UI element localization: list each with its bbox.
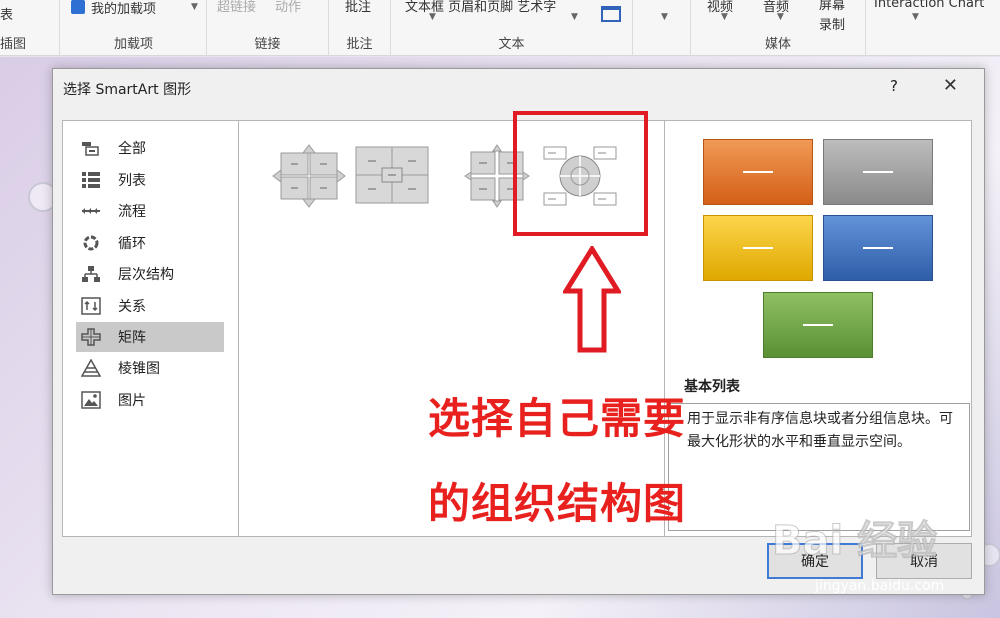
list-icon — [80, 170, 102, 190]
pyramid-icon — [80, 358, 102, 378]
category-label: 列表 — [118, 173, 146, 189]
category-label: 循环 — [118, 236, 146, 252]
ribbon-group-label: 媒体 — [764, 37, 791, 52]
preview-title: 基本列表 — [684, 379, 740, 395]
ribbon: 表 插图 我的加载项 ▼ 加载项 超链接 动作 链接 批注 批注 文本框 页眉和… — [0, 0, 1000, 56]
category-item-relationship[interactable]: 关系 — [76, 291, 224, 321]
process-icon — [80, 201, 102, 221]
chevron-down-icon: ▼ — [429, 12, 436, 22]
hyperlink-button[interactable]: 超链接 — [217, 0, 256, 15]
ribbon-group-links: 超链接 动作 链接 — [207, 0, 329, 56]
ribbon-group-label: 批注 — [346, 37, 373, 52]
category-item-all[interactable]: 全部 — [76, 133, 224, 163]
my-addins-button[interactable]: 我的加载项 — [91, 0, 156, 17]
preview-shape-green — [763, 292, 873, 358]
matrix-thumbnail-grid[interactable] — [354, 143, 430, 209]
dialog-title: 选择 SmartArt 图形 — [63, 82, 192, 98]
preview-description-text: 用于显示非有序信息块或者分组信息块。可最大化形状的水平和垂直显示空间。 — [687, 411, 953, 450]
interaction-chart-button[interactable]: Interaction Chart — [874, 0, 984, 11]
ribbon-group-addins: 我的加载项 ▼ 加载项 — [61, 0, 207, 56]
ribbon-group-comments: 批注 批注 — [329, 0, 391, 56]
relationship-icon — [80, 296, 102, 316]
matrix-icon — [80, 327, 102, 347]
category-label: 矩阵 — [118, 330, 146, 346]
chevron-down-icon: ▼ — [571, 12, 578, 22]
category-item-cycle[interactable]: 循环 — [76, 228, 224, 258]
all-icon — [80, 138, 102, 158]
category-item-list[interactable]: 列表 — [76, 165, 224, 195]
category-item-matrix[interactable]: 矩阵 — [76, 322, 224, 352]
highlight-box — [513, 111, 648, 236]
hierarchy-icon — [80, 264, 102, 284]
annotation-line-2: 的组织结构图 — [428, 479, 687, 528]
text-tools[interactable]: 文本框 页眉和页脚 艺术字 — [405, 0, 556, 15]
watermark-url: jingyan.baidu.com — [815, 578, 945, 594]
category-item-process[interactable]: 流程 — [76, 196, 224, 226]
category-item-hierarchy[interactable]: 层次结构 — [76, 259, 224, 289]
category-label: 图片 — [118, 393, 146, 409]
ribbon-group-label: 文本 — [498, 37, 525, 52]
action-button[interactable]: 动作 — [275, 0, 301, 15]
category-label: 全部 — [118, 141, 146, 157]
matrix-thumbnail-arrows[interactable] — [271, 143, 347, 209]
ribbon-group-media: 视频 ▼ 音频 ▼ 屏幕 录制 媒体 — [691, 0, 866, 56]
close-button[interactable]: ✕ — [943, 75, 958, 96]
chevron-down-icon: ▼ — [777, 12, 784, 22]
ribbon-group-illustrations: 表 插图 — [0, 0, 60, 56]
chevron-down-icon: ▼ — [912, 12, 919, 22]
preview-shape-yellow — [703, 215, 813, 281]
ribbon-group-label: 链接 — [254, 37, 281, 52]
category-label: 棱锥图 — [118, 361, 160, 377]
preview-shape-orange — [703, 139, 813, 205]
screen-record-button[interactable]: 屏幕 录制 — [819, 0, 845, 36]
arrow-up-icon — [563, 246, 621, 353]
ribbon-group-label: 加载项 — [113, 37, 153, 52]
category-item-picture[interactable]: 图片 — [76, 385, 224, 415]
video-button[interactable]: 视频 — [707, 0, 733, 15]
comment-button[interactable]: 批注 — [345, 0, 371, 15]
chevron-down-icon: ▼ — [191, 2, 198, 12]
category-label: 层次结构 — [118, 267, 174, 283]
category-label: 关系 — [118, 299, 146, 315]
preview-shape-blue — [823, 215, 933, 281]
category-item-pyramid[interactable]: 棱锥图 — [76, 353, 224, 383]
cycle-icon — [80, 233, 102, 253]
picture-icon — [80, 390, 102, 410]
ribbon-group-symbols: ▼ — [633, 0, 691, 56]
category-label: 流程 — [118, 204, 146, 220]
chevron-down-icon: ▼ — [661, 12, 668, 22]
annotation-line-1: 选择自己需要 — [428, 394, 687, 443]
store-icon — [71, 0, 85, 14]
audio-button[interactable]: 音频 — [763, 0, 789, 15]
ribbon-group-interaction: Interaction Chart ▼ — [866, 0, 1000, 56]
ribbon-table-label[interactable]: 表 — [0, 4, 13, 23]
chevron-down-icon: ▼ — [721, 12, 728, 22]
ribbon-group-text: 文本框 页眉和页脚 艺术字 ▼ ▼ 文本 — [391, 0, 633, 56]
help-button[interactable]: ? — [890, 77, 898, 95]
preview-shape-gray — [823, 139, 933, 205]
object-icon[interactable] — [601, 6, 621, 22]
ribbon-group-label: 插图 — [0, 37, 27, 52]
watermark-logo: Bai 经验 — [771, 518, 938, 565]
category-list: 全部 列表 流程 循环 层次结构 关系 矩阵 棱锥图 图片 — [62, 120, 239, 537]
